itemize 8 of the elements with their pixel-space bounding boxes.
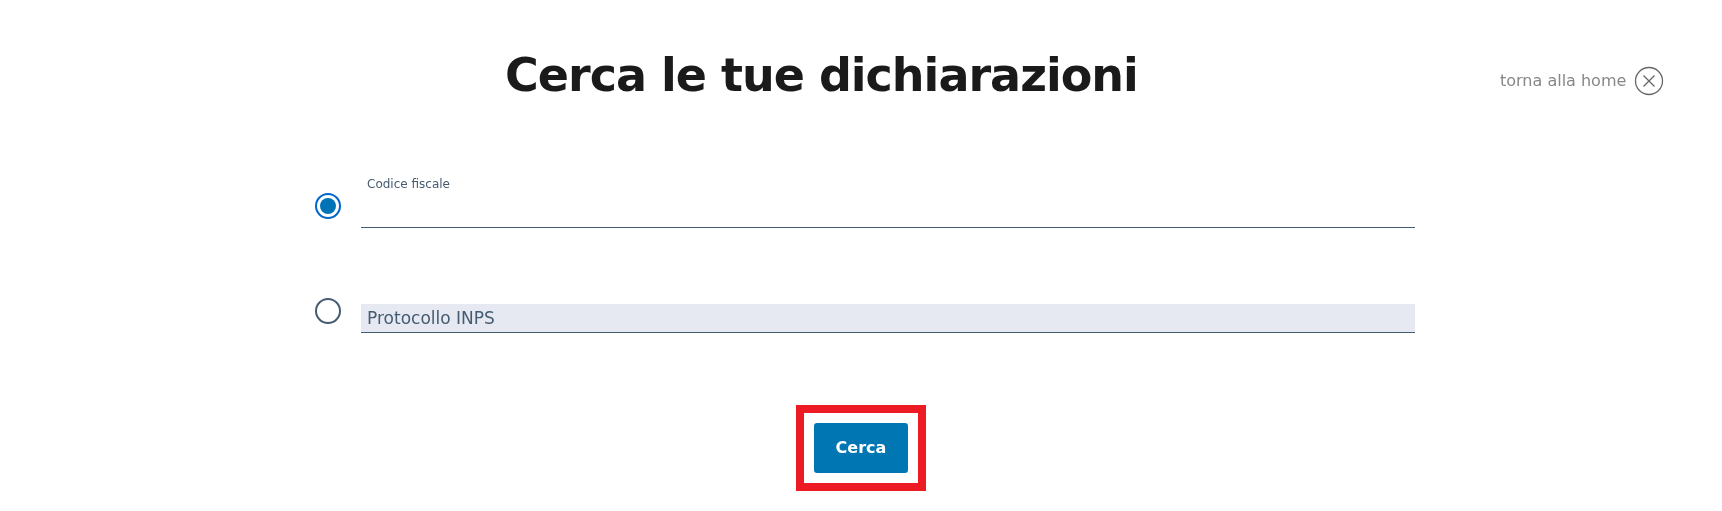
home-link[interactable]: torna alla home bbox=[1500, 66, 1665, 96]
radio-button[interactable] bbox=[315, 298, 341, 324]
radio-button[interactable] bbox=[315, 193, 341, 219]
search-button[interactable]: Cerca bbox=[814, 423, 908, 473]
input-field[interactable]: Protocollo INPS bbox=[361, 304, 1415, 333]
field-label: Codice fiscale bbox=[367, 176, 451, 193]
close-icon bbox=[1634, 66, 1665, 96]
page-title: Cerca le tue dichiarazioni bbox=[505, 48, 1138, 104]
